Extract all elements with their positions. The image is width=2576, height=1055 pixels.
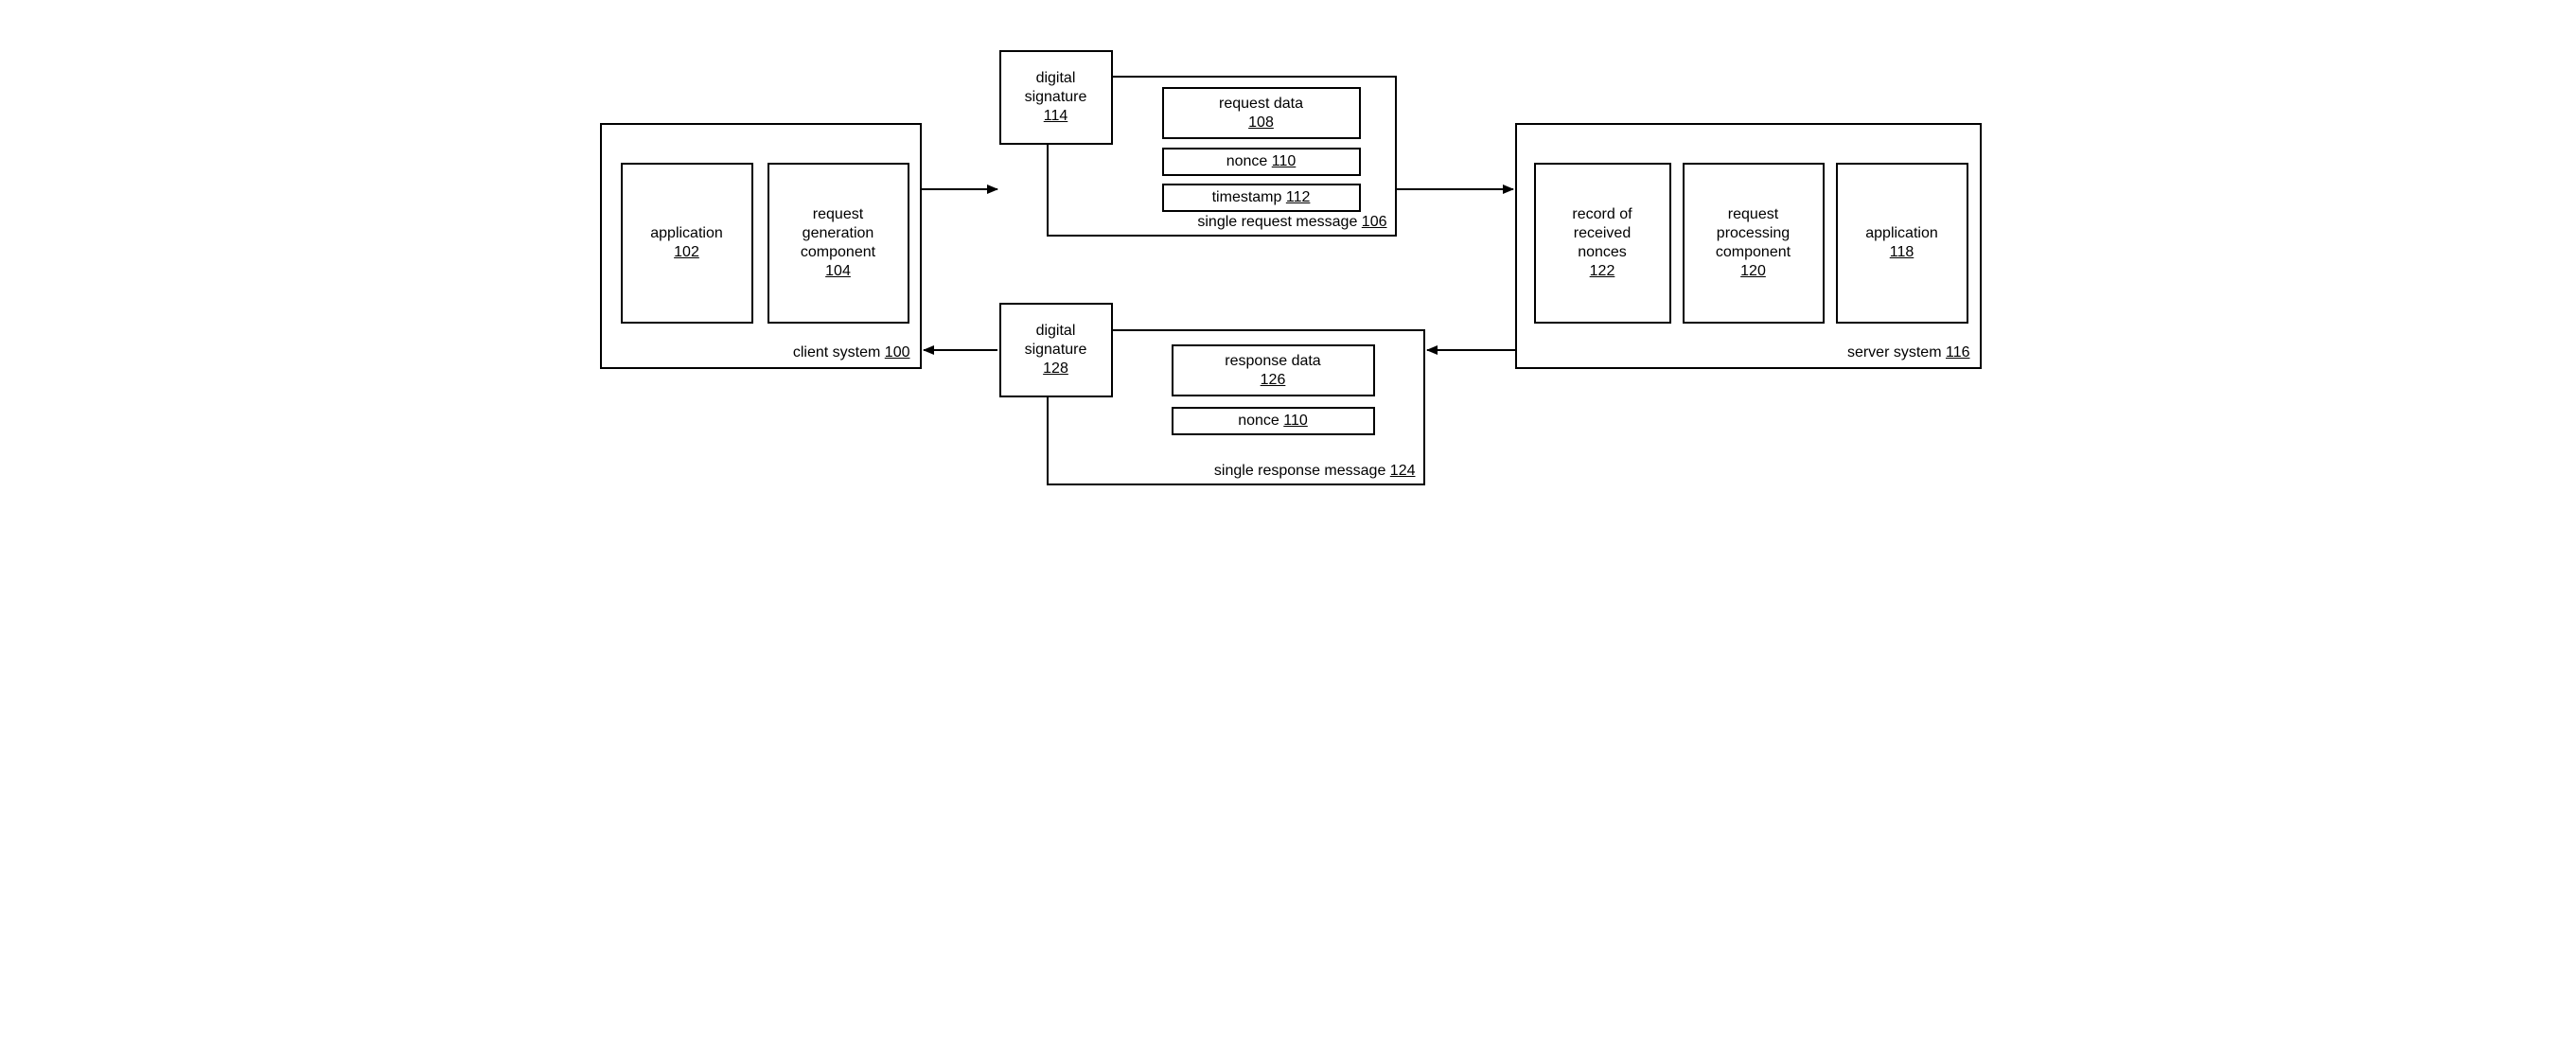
request-generation-num: 104 [801, 262, 875, 281]
response-data-num: 126 [1225, 371, 1320, 390]
response-signature-l2: signature [1025, 341, 1087, 360]
response-data-text: response data 126 [1225, 352, 1320, 390]
request-generation-box: request generation component 104 [768, 163, 909, 324]
response-message-label: single response message [1214, 463, 1385, 479]
request-signature-l2: signature [1025, 88, 1087, 107]
request-signature-box: digital signature 114 [999, 50, 1113, 145]
request-timestamp-num: 112 [1286, 189, 1311, 205]
response-message-caption: single response message 124 [1214, 463, 1416, 480]
request-generation-text: request generation component 104 [801, 205, 875, 281]
request-processing-l2: processing [1716, 224, 1791, 243]
client-system-caption: client system 100 [793, 344, 910, 361]
server-application-num: 118 [1865, 243, 1938, 262]
server-application-text: application 118 [1865, 224, 1938, 262]
server-system-box: server system 116 record of received non… [1515, 123, 1982, 369]
server-application-box: application 118 [1836, 163, 1968, 324]
request-data-box: request data 108 [1162, 87, 1361, 139]
request-timestamp-label: timestamp [1212, 189, 1282, 205]
server-system-num: 116 [1946, 344, 1970, 360]
client-application-num: 102 [650, 243, 723, 262]
request-processing-l1: request [1716, 205, 1791, 224]
request-processing-text: request processing component 120 [1716, 205, 1791, 281]
request-nonce-label: nonce [1226, 153, 1268, 169]
response-signature-l1: digital [1025, 322, 1087, 341]
request-nonce-num: 110 [1272, 153, 1297, 169]
client-application-text: application 102 [650, 224, 723, 262]
diagram-canvas: client system 100 application 102 reques… [581, 0, 1996, 610]
request-message-num: 106 [1362, 214, 1387, 230]
record-nonces-num: 122 [1572, 262, 1632, 281]
request-message-caption: single request message 106 [1197, 214, 1386, 231]
request-signature-text: digital signature 114 [1025, 69, 1087, 126]
client-application-box: application 102 [621, 163, 753, 324]
request-message-label: single request message [1197, 214, 1357, 230]
record-nonces-l2: received [1572, 224, 1632, 243]
client-system-box: client system 100 application 102 reques… [600, 123, 922, 369]
client-application-label: application [650, 224, 723, 243]
request-data-num: 108 [1219, 114, 1303, 132]
request-processing-num: 120 [1716, 262, 1791, 281]
response-nonce-label: nonce [1238, 413, 1279, 429]
response-data-box: response data 126 [1172, 344, 1375, 396]
request-processing-l3: component [1716, 243, 1791, 262]
server-application-label: application [1865, 224, 1938, 243]
server-system-caption: server system 116 [1847, 344, 1970, 361]
response-data-label: response data [1225, 352, 1320, 371]
record-nonces-l3: nonces [1572, 243, 1632, 262]
response-signature-box: digital signature 128 [999, 303, 1113, 397]
record-nonces-text: record of received nonces 122 [1572, 205, 1632, 281]
request-timestamp-box: timestamp 112 [1162, 184, 1361, 212]
request-nonce-box: nonce 110 [1162, 148, 1361, 176]
request-data-label: request data [1219, 95, 1303, 114]
request-generation-l2: generation [801, 224, 875, 243]
client-system-label: client system [793, 344, 880, 360]
server-system-label: server system [1847, 344, 1942, 360]
record-nonces-box: record of received nonces 122 [1534, 163, 1671, 324]
request-processing-box: request processing component 120 [1683, 163, 1825, 324]
request-timestamp-text: timestamp 112 [1212, 188, 1311, 207]
record-nonces-l1: record of [1572, 205, 1632, 224]
request-data-text: request data 108 [1219, 95, 1303, 132]
request-generation-l1: request [801, 205, 875, 224]
response-signature-text: digital signature 128 [1025, 322, 1087, 378]
request-signature-l1: digital [1025, 69, 1087, 88]
request-generation-l3: component [801, 243, 875, 262]
response-nonce-num: 110 [1283, 413, 1308, 429]
request-signature-num: 114 [1025, 107, 1087, 126]
response-signature-num: 128 [1025, 360, 1087, 378]
response-nonce-box: nonce 110 [1172, 407, 1375, 435]
response-message-num: 124 [1390, 463, 1416, 479]
response-nonce-text: nonce 110 [1238, 412, 1308, 431]
client-system-num: 100 [885, 344, 910, 360]
request-nonce-text: nonce 110 [1226, 152, 1297, 171]
